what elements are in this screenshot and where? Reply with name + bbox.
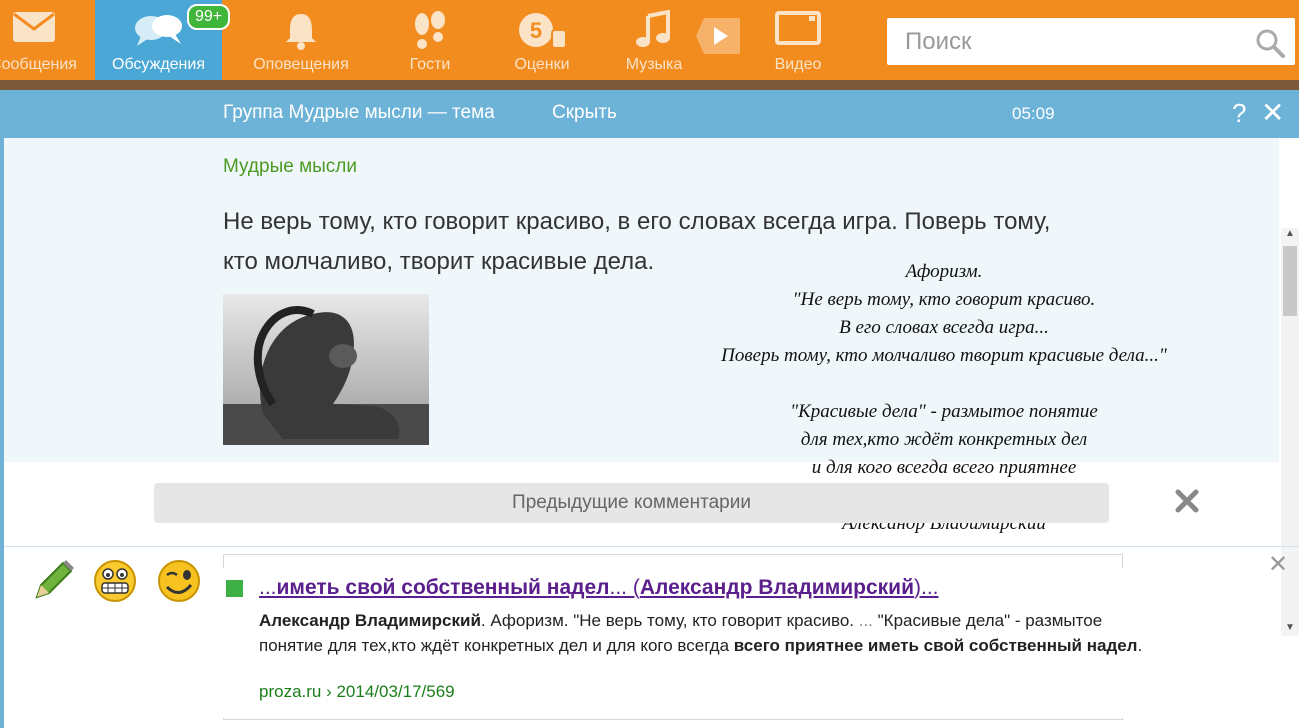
search-icon[interactable] bbox=[1255, 28, 1285, 58]
pencil-button[interactable] bbox=[25, 555, 81, 607]
grin-smiley-button[interactable] bbox=[87, 555, 143, 607]
nav-item-notifications[interactable]: Оповещения bbox=[240, 0, 362, 80]
result-description: Александр Владимирский. Афоризм. "Не вер… bbox=[259, 608, 1154, 658]
body-part: . bbox=[1137, 636, 1143, 655]
app-root: Сообщения 99+ Обсуждения Оповещения bbox=[0, 0, 1299, 728]
title-part: Александр Владимирский bbox=[639, 576, 914, 599]
close-composer-icon[interactable]: ✕ bbox=[1268, 550, 1288, 579]
divider bbox=[4, 546, 1299, 547]
top-nav: Сообщения 99+ Обсуждения Оповещения bbox=[0, 0, 1299, 80]
lion-photo-image bbox=[223, 294, 429, 445]
result-url[interactable]: proza.ru › 2014/03/17/569 bbox=[259, 682, 455, 702]
nav-shadow-strip bbox=[0, 80, 1299, 90]
nav-item-guests[interactable]: Гости bbox=[372, 0, 488, 80]
nav-label: Сообщения bbox=[0, 56, 77, 73]
nav-label: Оповещения bbox=[253, 56, 349, 73]
help-icon[interactable]: ? bbox=[1232, 98, 1246, 129]
video-screen-icon bbox=[775, 11, 821, 45]
previous-comments-button[interactable]: Предыдущие комментарии bbox=[154, 483, 1109, 523]
title-part: иметь свой собственный надел bbox=[276, 576, 610, 599]
body-part: ... bbox=[858, 611, 873, 630]
panel-title[interactable]: Группа Мудрые мысли — тема bbox=[223, 102, 495, 124]
nav-label: Видео bbox=[774, 56, 822, 73]
footprints-icon bbox=[415, 11, 445, 49]
nav-label: Оценки bbox=[514, 56, 570, 73]
play-icon bbox=[696, 18, 740, 54]
wink-smiley-icon bbox=[158, 560, 200, 602]
nav-item-messages[interactable]: Сообщения bbox=[0, 0, 95, 80]
notification-badge: 99+ bbox=[187, 4, 231, 30]
play-button[interactable] bbox=[694, 14, 742, 63]
nav-label: Гости bbox=[409, 56, 451, 73]
post-time: 05:09 bbox=[1012, 104, 1055, 123]
search-input[interactable] bbox=[887, 18, 1247, 65]
result-favicon bbox=[226, 580, 243, 597]
group-link[interactable]: Мудрые мысли bbox=[223, 156, 357, 178]
nav-label: Обсуждения bbox=[112, 56, 205, 73]
close-icon[interactable] bbox=[1172, 486, 1202, 516]
post-photo-lion[interactable] bbox=[223, 294, 429, 445]
nav-item-video[interactable]: Видео bbox=[756, 0, 840, 80]
svg-text:5: 5 bbox=[530, 18, 542, 43]
pencil-icon bbox=[35, 560, 74, 599]
chat-bubbles-icon bbox=[134, 15, 182, 46]
title-part: ... bbox=[259, 576, 277, 599]
nav-item-discussions[interactable]: 99+ Обсуждения bbox=[95, 0, 231, 80]
title-part: )... bbox=[914, 576, 939, 599]
envelope-icon bbox=[12, 12, 55, 42]
nav-item-music[interactable]: Музыка bbox=[610, 0, 698, 80]
body-part: Александр Владимирский bbox=[259, 611, 481, 630]
music-note-icon bbox=[636, 10, 670, 47]
body-part: . Афоризм. "Не верь тому, кто говорит кр… bbox=[480, 611, 859, 630]
wink-smiley-button[interactable] bbox=[151, 555, 207, 607]
panel-header: Группа Мудрые мысли — тема Скрыть 05:09 … bbox=[4, 90, 1299, 138]
search-box bbox=[887, 18, 1295, 65]
grin-smiley-icon bbox=[94, 560, 136, 602]
nav-label: Музыка bbox=[625, 56, 683, 73]
body-part: всего приятнее иметь свой собственный на… bbox=[733, 636, 1138, 655]
scroll-down-icon[interactable]: ▼ bbox=[1285, 622, 1295, 633]
result-title-link[interactable]: ...иметь свой собственный надел... (Алек… bbox=[259, 576, 1159, 600]
hide-link[interactable]: Скрыть bbox=[552, 102, 617, 124]
scroll-up-icon[interactable]: ▲ bbox=[1285, 228, 1295, 239]
nav-item-ratings[interactable]: 5 Оценки bbox=[486, 0, 598, 80]
close-panel-icon[interactable]: ✕ bbox=[1261, 96, 1284, 129]
five-rating-icon: 5 bbox=[519, 13, 567, 49]
search-result-snippet: ...иметь свой собственный надел... (Алек… bbox=[218, 568, 1162, 718]
title-part: ... ( bbox=[609, 576, 640, 599]
bell-icon bbox=[286, 14, 316, 50]
scroll-thumb[interactable] bbox=[1283, 246, 1297, 316]
discussion-panel: Группа Мудрые мысли — тема Скрыть 05:09 … bbox=[0, 90, 1299, 728]
